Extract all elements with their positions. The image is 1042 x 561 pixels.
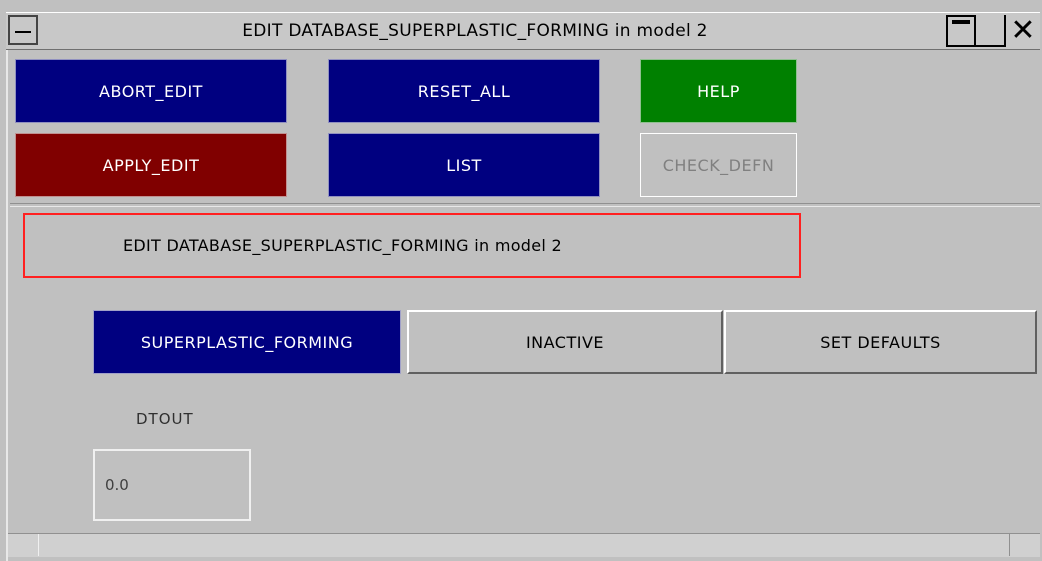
check-defn-button[interactable]: CHECK_DEFN	[640, 133, 797, 197]
minimize-icon	[952, 20, 970, 24]
window-title: EDIT DATABASE_SUPERPLASTIC_FORMING in mo…	[242, 21, 708, 41]
list-button[interactable]: LIST	[328, 133, 600, 197]
edit-header-panel: EDIT DATABASE_SUPERPLASTIC_FORMING in mo…	[23, 213, 801, 278]
tab-inactive[interactable]: INACTIVE	[407, 310, 723, 374]
horizontal-scrollbar[interactable]	[8, 533, 1040, 557]
title-bar[interactable]: EDIT DATABASE_SUPERPLASTIC_FORMING in mo…	[6, 12, 1040, 50]
reset-all-button[interactable]: RESET_ALL	[328, 59, 600, 123]
toolbar-divider	[10, 203, 1040, 207]
dtout-label: DTOUT	[136, 410, 194, 428]
scroll-left-icon[interactable]	[8, 534, 39, 556]
minimize-button[interactable]	[946, 15, 976, 47]
help-button[interactable]: HELP	[640, 59, 797, 123]
apply-edit-button[interactable]: APPLY_EDIT	[15, 133, 287, 197]
scroll-right-icon[interactable]	[1009, 534, 1040, 556]
editor-window: EDIT DATABASE_SUPERPLASTIC_FORMING in mo…	[0, 0, 1042, 561]
tab-set-defaults[interactable]: SET DEFAULTS	[724, 310, 1037, 374]
maximize-button[interactable]	[976, 15, 1006, 47]
dtout-value: 0.0	[105, 476, 129, 494]
edit-header-text: EDIT DATABASE_SUPERPLASTIC_FORMING in mo…	[123, 236, 562, 255]
close-icon: ✕	[1010, 13, 1036, 48]
close-button[interactable]: ✕	[1008, 15, 1038, 47]
dtout-field[interactable]: 0.0	[93, 449, 251, 521]
window-left-edge	[6, 12, 8, 561]
abort-edit-button[interactable]: ABORT_EDIT	[15, 59, 287, 123]
tab-superplastic-forming[interactable]: SUPERPLASTIC_FORMING	[93, 310, 401, 374]
